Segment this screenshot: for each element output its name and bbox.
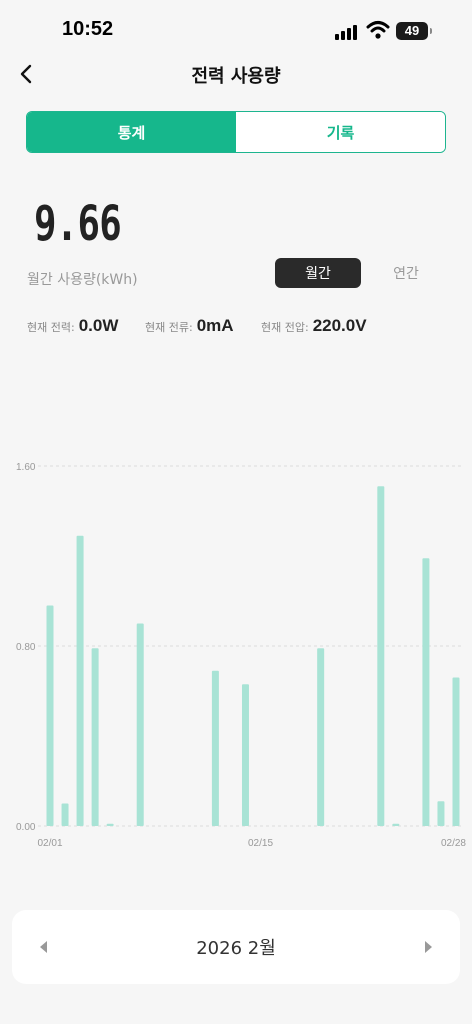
next-month-button[interactable]: [418, 937, 438, 957]
bar-02/07[interactable]: [136, 623, 144, 827]
current-voltage-label: 현재 전압:: [261, 321, 309, 334]
bar-02/03[interactable]: [76, 535, 84, 826]
current-voltage-value: 220.0V: [312, 316, 367, 335]
chart-svg: 0.00 0.80 1.60 02/01 02/15 02/28: [16, 462, 466, 849]
bar-02/02[interactable]: [61, 803, 69, 827]
bar-02/28[interactable]: [452, 677, 460, 827]
tab-records[interactable]: 기록: [236, 112, 445, 152]
bar-02/04[interactable]: [91, 648, 99, 826]
bar-02/01[interactable]: [46, 605, 54, 827]
wifi-icon: [366, 20, 390, 40]
page-title: 전력 사용량: [191, 66, 281, 87]
bar-02/12[interactable]: [211, 670, 219, 826]
current-voltage: 현재 전압: 220.0V: [261, 316, 367, 336]
monthly-usage-value: 9.66: [34, 196, 122, 252]
y-tick-label: 0.00: [16, 822, 36, 833]
y-tick-label: 0.80: [16, 642, 36, 653]
bar-02/05[interactable]: [106, 823, 114, 826]
month-label: 2026 2월: [196, 938, 276, 959]
chevron-right-icon: [425, 941, 432, 953]
cellular-signal-icon: [335, 24, 359, 40]
current-current-value: 0mA: [196, 316, 234, 335]
nav-bar: 전력 사용량: [0, 56, 472, 92]
current-power: 현재 전력: 0.0W: [27, 316, 118, 336]
period-monthly-button[interactable]: 월간: [275, 258, 361, 288]
y-tick-label: 1.60: [16, 462, 36, 473]
bar-02/26[interactable]: [422, 558, 430, 826]
status-time: 10:52: [62, 18, 114, 40]
x-tick-label: 02/01: [37, 838, 62, 849]
x-tick-label: 02/28: [441, 838, 466, 849]
x-tick-label: 02/15: [248, 838, 273, 849]
tab-statistics[interactable]: 통계: [27, 112, 236, 152]
bar-02/14[interactable]: [241, 684, 249, 826]
battery-icon: 49: [396, 22, 432, 40]
status-bar: 10:52 49: [0, 0, 472, 56]
month-selector: 2026 2월: [12, 910, 460, 984]
bar-02/23[interactable]: [377, 486, 385, 826]
current-metrics: 현재 전력: 0.0W 현재 전류: 0mA 현재 전압: 220.0V: [27, 316, 467, 338]
current-current-label: 현재 전류:: [145, 321, 193, 334]
monthly-usage-label: 월간 사용량(kWh): [27, 272, 138, 288]
period-toggle: 월간 연간: [275, 258, 445, 288]
daily-usage-chart[interactable]: 0.00 0.80 1.60 02/01 02/15 02/28: [0, 440, 472, 860]
period-yearly-button[interactable]: 연간: [371, 258, 441, 288]
current-power-value: 0.0W: [78, 316, 119, 335]
current-power-label: 현재 전력:: [27, 321, 75, 334]
bar-02/24[interactable]: [392, 823, 400, 826]
current-current: 현재 전류: 0mA: [145, 316, 234, 336]
bar-02/19[interactable]: [317, 648, 325, 826]
tab-bar: 통계 기록: [26, 111, 446, 153]
bar-02/27[interactable]: [437, 801, 445, 826]
